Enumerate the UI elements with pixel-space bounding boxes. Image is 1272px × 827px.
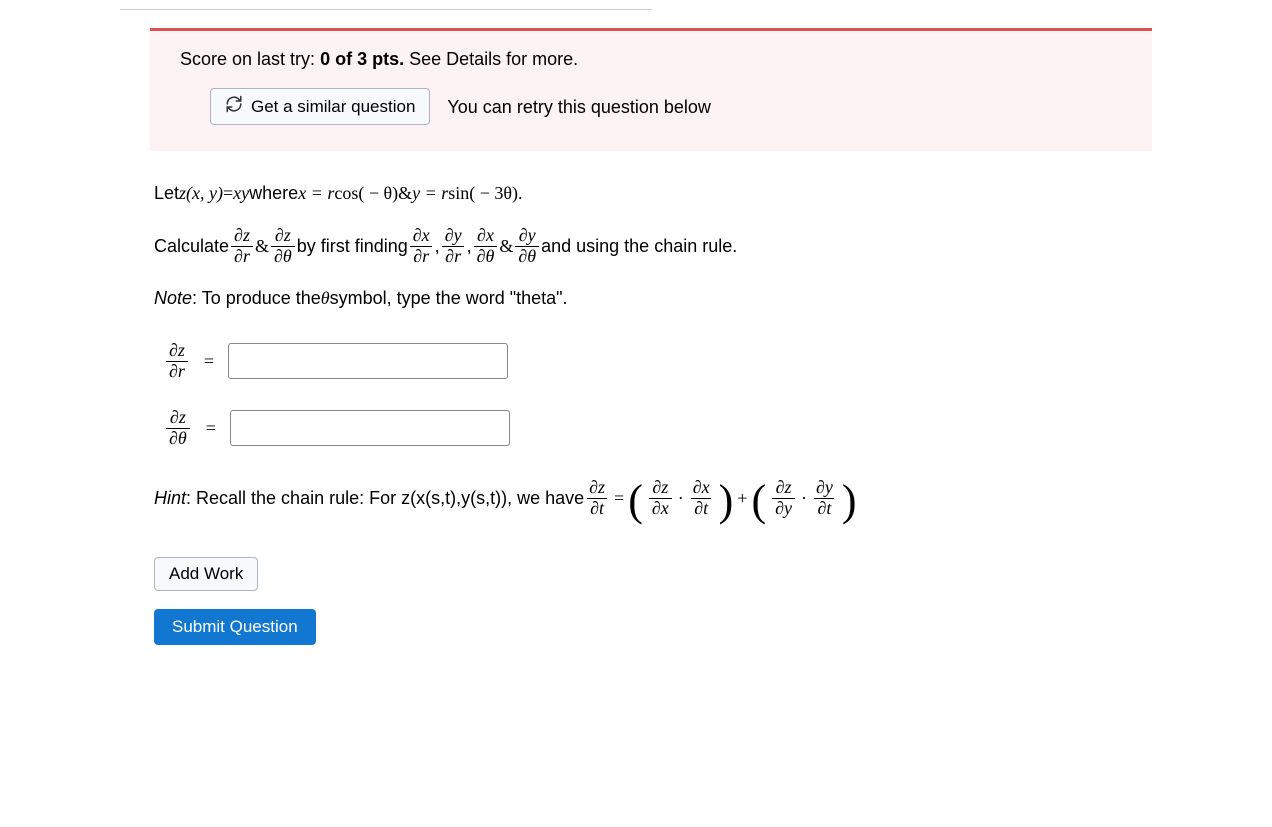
score-line: Score on last try: 0 of 3 pts. See Detai…	[180, 49, 1122, 70]
math-xy: xy	[233, 179, 249, 208]
den: ∂θ	[474, 246, 498, 267]
num: ∂z	[231, 226, 253, 246]
den: ∂t	[814, 498, 834, 519]
text-by-first: by first finding	[297, 232, 408, 261]
dot2: ·	[801, 484, 807, 513]
chain-rule-math: ∂z ∂t = ( ∂z ∂x · ∂x ∂t ) + ( ∂z ∂y ·	[584, 478, 856, 519]
note-label: Note	[154, 284, 192, 313]
amp1: &	[398, 179, 412, 208]
den: ∂t	[587, 498, 607, 519]
hint-line: Hint : Recall the chain rule: For z(x(s,…	[154, 478, 1148, 519]
num: ∂x	[474, 226, 497, 246]
frac-dz-dr: ∂z ∂r	[231, 226, 253, 267]
comma2: ,	[467, 232, 472, 261]
note-text2: symbol, type the word "theta".	[330, 284, 568, 313]
frac-dz-dy: ∂z ∂y	[772, 478, 795, 519]
similar-question-button[interactable]: Get a similar question	[210, 88, 430, 125]
hint-label: Hint	[154, 484, 186, 513]
eq: =	[223, 179, 233, 208]
hint-text: : Recall the chain rule: For z(x(s,t),y(…	[186, 484, 584, 513]
retry-text: You can retry this question below	[447, 97, 711, 117]
x-eq-r: x = r	[298, 179, 334, 208]
submit-question-button[interactable]: Submit Question	[154, 609, 316, 645]
den: ∂r	[166, 361, 188, 382]
text-calculate: Calculate	[154, 232, 229, 261]
answer-row-1: ∂z ∂r =	[164, 341, 1148, 382]
text-let: Let	[154, 179, 179, 208]
amp3: &	[499, 232, 513, 261]
cos: cos	[334, 179, 358, 208]
toolbar-divider	[120, 0, 652, 10]
den: ∂r	[410, 246, 432, 267]
eq: =	[206, 414, 216, 443]
math-z-xy: z(x, y)	[179, 179, 223, 208]
frac-dz-dtheta: ∂z ∂θ	[271, 226, 295, 267]
score-suffix: See Details for more.	[404, 49, 578, 69]
retry-row: Get a similar question You can retry thi…	[180, 88, 1122, 125]
comma1: ,	[435, 232, 440, 261]
frac-dz-dt: ∂z ∂t	[586, 478, 608, 519]
num: ∂z	[167, 408, 189, 428]
note-line: Note : To produce the θ symbol, type the…	[154, 284, 1148, 313]
note-text: : To produce the	[192, 284, 321, 313]
frac-dx-dtheta: ∂x ∂θ	[474, 226, 498, 267]
num: ∂z	[773, 478, 795, 498]
den: ∂y	[772, 498, 795, 519]
sin: sin	[448, 179, 469, 208]
question-body: Let z(x, y) = xy where x = r cos ( − θ) …	[150, 179, 1152, 645]
problem-line-1: Let z(x, y) = xy where x = r cos ( − θ) …	[154, 179, 1148, 208]
text-and-using: and using the chain rule.	[541, 232, 737, 261]
num: ∂z	[166, 341, 188, 361]
similar-question-label: Get a similar question	[251, 97, 415, 117]
score-prefix: Score on last try:	[180, 49, 320, 69]
num: ∂y	[442, 226, 465, 246]
score-box: Score on last try: 0 of 3 pts. See Detai…	[150, 28, 1152, 151]
y-eq-r: y = r	[412, 179, 448, 208]
num: ∂y	[516, 226, 539, 246]
den: ∂θ	[166, 428, 190, 449]
theta-symbol: θ	[321, 284, 330, 313]
label-dz-dr: ∂z ∂r	[166, 341, 188, 382]
den: ∂x	[649, 498, 672, 519]
den: ∂r	[231, 246, 253, 267]
frac-dx-dr: ∂x ∂r	[410, 226, 433, 267]
den: ∂r	[442, 246, 464, 267]
num: ∂y	[813, 478, 836, 498]
cos-arg: ( − θ)	[358, 179, 398, 208]
eq: =	[614, 484, 624, 513]
label-dz-dtheta: ∂z ∂θ	[166, 408, 190, 449]
retry-icon	[225, 95, 243, 118]
frac-dy-dr: ∂y ∂r	[442, 226, 465, 267]
frac-dy-dtheta: ∂y ∂θ	[515, 226, 539, 267]
input-dz-dr[interactable]	[228, 343, 508, 379]
den: ∂θ	[271, 246, 295, 267]
frac-dy-dt: ∂y ∂t	[813, 478, 836, 519]
answer-row-2: ∂z ∂θ =	[164, 408, 1148, 449]
score-value: 0 of 3 pts.	[320, 49, 404, 69]
text-where: where	[249, 179, 298, 208]
den: ∂t	[691, 498, 711, 519]
sin-arg: ( − 3θ).	[469, 179, 522, 208]
num: ∂z	[649, 478, 671, 498]
problem-line-2: Calculate ∂z ∂r & ∂z ∂θ by first finding…	[154, 226, 1148, 267]
frac-dz-dx: ∂z ∂x	[649, 478, 672, 519]
num: ∂x	[410, 226, 433, 246]
num: ∂x	[690, 478, 713, 498]
frac-dx-dt: ∂x ∂t	[690, 478, 713, 519]
input-dz-dtheta[interactable]	[230, 410, 510, 446]
add-work-button[interactable]: Add Work	[154, 557, 258, 591]
dot1: ·	[678, 484, 684, 513]
eq: =	[204, 347, 214, 376]
den: ∂θ	[515, 246, 539, 267]
amp2: &	[255, 232, 269, 261]
plus: +	[737, 484, 747, 513]
num: ∂z	[586, 478, 608, 498]
num: ∂z	[272, 226, 294, 246]
